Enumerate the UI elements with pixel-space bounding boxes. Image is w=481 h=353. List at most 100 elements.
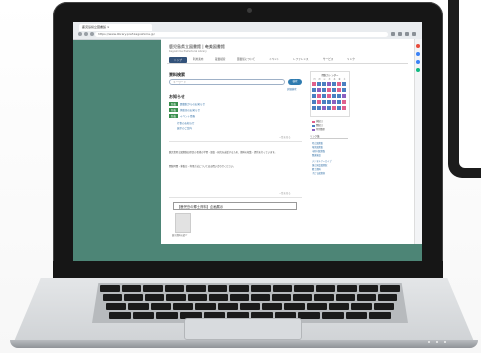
keyboard-key[interactable] [239,303,261,310]
keyboard-key[interactable] [272,285,293,292]
calendar-day[interactable] [332,88,336,92]
keyboard-key[interactable] [166,294,186,301]
keyboard-key[interactable] [306,303,328,310]
calendar-day[interactable] [317,82,321,86]
keyboard-key[interactable] [380,285,400,292]
calendar-day[interactable] [342,94,346,98]
calendar-day[interactable] [332,94,336,98]
calendar-day[interactable] [322,106,326,110]
keyboard-key[interactable] [156,312,178,319]
news-item-text[interactable]: 図書館からのお知らせ [180,103,205,106]
calendar-day[interactable] [332,106,336,110]
nav-item-service[interactable]: サービス [323,57,333,61]
keyboard-key[interactable] [294,285,314,292]
calendar-day[interactable] [327,94,331,98]
feature-caption[interactable]: 展示資料の紹介 [172,233,187,237]
keyboard-key[interactable] [100,285,120,292]
news-sub-item[interactable]: 行事のお知らせ [177,121,194,125]
keyboard-key[interactable] [128,303,149,310]
calendar-day[interactable] [337,106,341,110]
trackpad[interactable] [184,318,302,340]
calendar-day[interactable] [327,82,331,86]
keyboard-key[interactable] [132,312,155,319]
calendar-day[interactable] [312,82,316,86]
menu-icon[interactable] [412,32,416,36]
keyboard-key[interactable] [315,285,336,292]
calendar-day[interactable] [312,88,316,92]
calendar-day[interactable] [322,82,326,86]
calendar-day[interactable] [337,82,341,86]
keyboard-key[interactable] [121,285,142,292]
calendar-day[interactable] [322,100,326,104]
keyboard-key[interactable] [369,312,391,319]
sidebar-link[interactable]: 子ども図書室 [312,171,325,175]
calendar-day[interactable] [312,100,316,104]
keyboard-key[interactable] [172,303,194,310]
detail-search-link[interactable]: 詳細検索 [287,87,297,91]
keyboard-key[interactable] [145,294,165,301]
news-item[interactable]: 新着 図書館からのお知らせ [169,102,205,106]
keyboard-key[interactable] [109,312,131,319]
nav-item-events[interactable]: イベント [269,57,279,61]
browser-tab[interactable]: 鹿児島県立図書館 × [79,24,152,31]
keyboard-key[interactable] [150,303,171,310]
keyboard-key[interactable] [217,303,238,310]
calendar-day[interactable] [327,100,331,104]
nav-item-guide[interactable]: 利用案内 [193,57,203,61]
news-item[interactable]: 新着 イベント情報 [169,114,195,118]
keyboard-key[interactable] [207,285,228,292]
keyboard-key[interactable] [293,294,313,301]
keyboard-key[interactable] [187,294,207,301]
keyboard-key[interactable] [284,303,305,310]
keyboard-key[interactable] [124,294,144,301]
keyboard-key[interactable] [229,294,249,301]
keyboard-key[interactable] [106,303,127,310]
nav-item-links[interactable]: リンク [347,57,355,61]
calendar-day[interactable] [317,106,321,110]
calendar-day[interactable] [327,106,331,110]
sidebar-app-icon[interactable] [416,52,420,56]
calendar-day[interactable] [317,100,321,104]
nav-item-reference[interactable]: レファレンス [293,57,309,61]
keyboard-key[interactable] [272,294,292,301]
keyboard-key[interactable] [143,285,163,292]
calendar-day[interactable] [317,88,321,92]
sidebar-app-icon[interactable] [416,44,420,48]
keyboard-key[interactable] [103,294,123,301]
keyboard-key[interactable] [358,285,379,292]
keyboard-key[interactable] [373,303,394,310]
keyboard-key[interactable] [298,312,320,319]
sidebar-link[interactable]: 関連施設 [312,153,321,157]
calendar-day[interactable] [342,100,346,104]
nav-item-about[interactable]: 図書館について [237,57,255,61]
calendar-day[interactable] [342,82,346,86]
keyboard-key[interactable] [195,303,216,310]
keyboard-key[interactable] [337,285,357,292]
keyboard-key[interactable] [314,294,334,301]
news-item-text[interactable]: イベント情報 [180,115,195,118]
calendar-day[interactable] [332,100,336,104]
keyboard-key[interactable] [229,285,249,292]
news-sub-item[interactable]: 展示のご案内 [177,126,192,130]
keyboard-key[interactable] [186,285,206,292]
keyboard-key[interactable] [329,303,350,310]
keyboard-key[interactable] [251,294,271,301]
nav-item-top[interactable]: トップ [169,57,187,63]
feature-thumbnail[interactable] [175,213,191,233]
keyboard-key[interactable] [351,303,372,310]
sidebar-app-icon[interactable] [416,68,420,72]
calendar-day[interactable] [322,88,326,92]
reload-icon[interactable] [90,32,94,36]
keyboard-key[interactable] [345,312,368,319]
info-more-link[interactable]: 一覧を見る [279,191,291,195]
calendar-day[interactable] [337,88,341,92]
address-bar[interactable]: https://www.library.pref.kagoshima.jp/ [95,32,388,37]
keyboard-key[interactable] [335,294,355,301]
search-button[interactable]: 検索 [288,79,302,85]
news-item-text[interactable]: 休館日のお知らせ [180,109,200,112]
nav-item-catalog[interactable]: 蔵書検索 [215,57,225,61]
calendar-day[interactable] [317,94,321,98]
keyboard-key[interactable] [251,285,271,292]
calendar-day[interactable] [337,100,341,104]
calendar-day[interactable] [322,94,326,98]
